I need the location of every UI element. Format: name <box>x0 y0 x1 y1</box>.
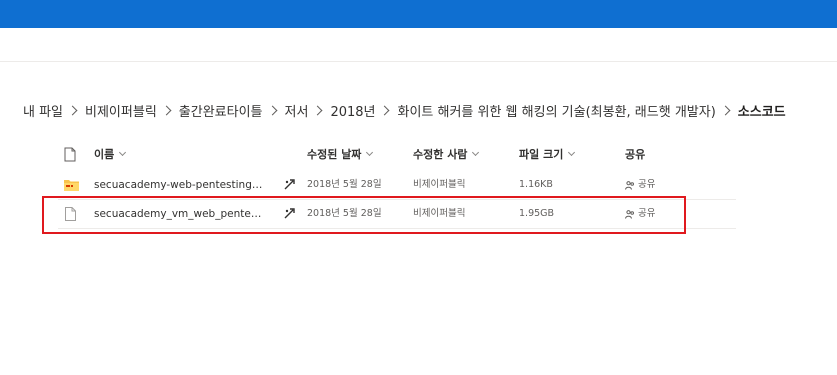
chevron-right-icon <box>67 105 78 115</box>
modified-date: 2018년 5월 28일 <box>307 179 382 190</box>
column-header-sharing[interactable]: 공유 <box>625 146 645 162</box>
column-header-modified-by[interactable]: 수정한 사람 <box>413 146 480 162</box>
breadcrumb-my-files[interactable]: 내 파일 <box>23 101 63 120</box>
breadcrumb-current-folder: 소스코드 <box>737 104 786 120</box>
chevron-right-icon <box>267 105 277 115</box>
sharing-label: 공유 <box>638 179 656 190</box>
column-header-modified[interactable]: 수정된 날짜 <box>307 146 374 162</box>
chevron-right-icon <box>161 105 172 115</box>
chevron-down-icon <box>119 148 127 157</box>
column-header-name-label: 이름 <box>94 148 115 161</box>
file-name-link[interactable]: secuacademy-web-pentesting-poc.zip <box>94 171 266 199</box>
zip-folder-icon <box>64 179 79 191</box>
breadcrumb-bjpublic[interactable]: 비제이퍼블릭 <box>85 101 157 120</box>
chevron-down-icon <box>472 148 480 157</box>
column-header-modified-by-label: 수정한 사람 <box>413 148 468 161</box>
breadcrumb-book-title[interactable]: 화이트 해커를 위한 웹 해킹의 기술(최봉환, 래드햇 개발자) <box>397 101 715 120</box>
chevron-down-icon <box>366 148 374 157</box>
breadcrumb-published-titles[interactable]: 출간완료타이틀 <box>179 101 263 120</box>
sharing-status[interactable]: 공유 <box>625 171 655 199</box>
chevron-right-icon <box>720 105 731 115</box>
app-top-bar <box>0 0 837 28</box>
column-header-size[interactable]: 파일 크기 <box>519 146 576 162</box>
file-type-header-icon[interactable] <box>64 146 76 162</box>
chevron-right-icon <box>380 105 390 115</box>
column-header-name[interactable]: 이름 <box>94 146 127 162</box>
breadcrumb-2018[interactable]: 2018년 <box>330 101 375 120</box>
highlight-box <box>42 196 686 234</box>
chevron-down-icon <box>568 148 576 157</box>
column-header-sharing-label: 공유 <box>625 148 646 161</box>
column-header-size-label: 파일 크기 <box>519 148 564 161</box>
modified-by: 비제이퍼블릭 <box>413 179 466 190</box>
people-icon <box>625 180 634 190</box>
command-bar <box>0 28 837 62</box>
chevron-right-icon <box>312 105 323 115</box>
file-size: 1.16KB <box>519 179 553 190</box>
breadcrumb: 내 파일 비제이퍼블릭 출간완료타이틀 저서 2018년 화이트 해커를 위한 … <box>23 100 786 120</box>
column-header-modified-label: 수정된 날짜 <box>307 148 362 161</box>
share-more-icon[interactable] <box>284 179 295 191</box>
breadcrumb-books[interactable]: 저서 <box>285 101 309 120</box>
